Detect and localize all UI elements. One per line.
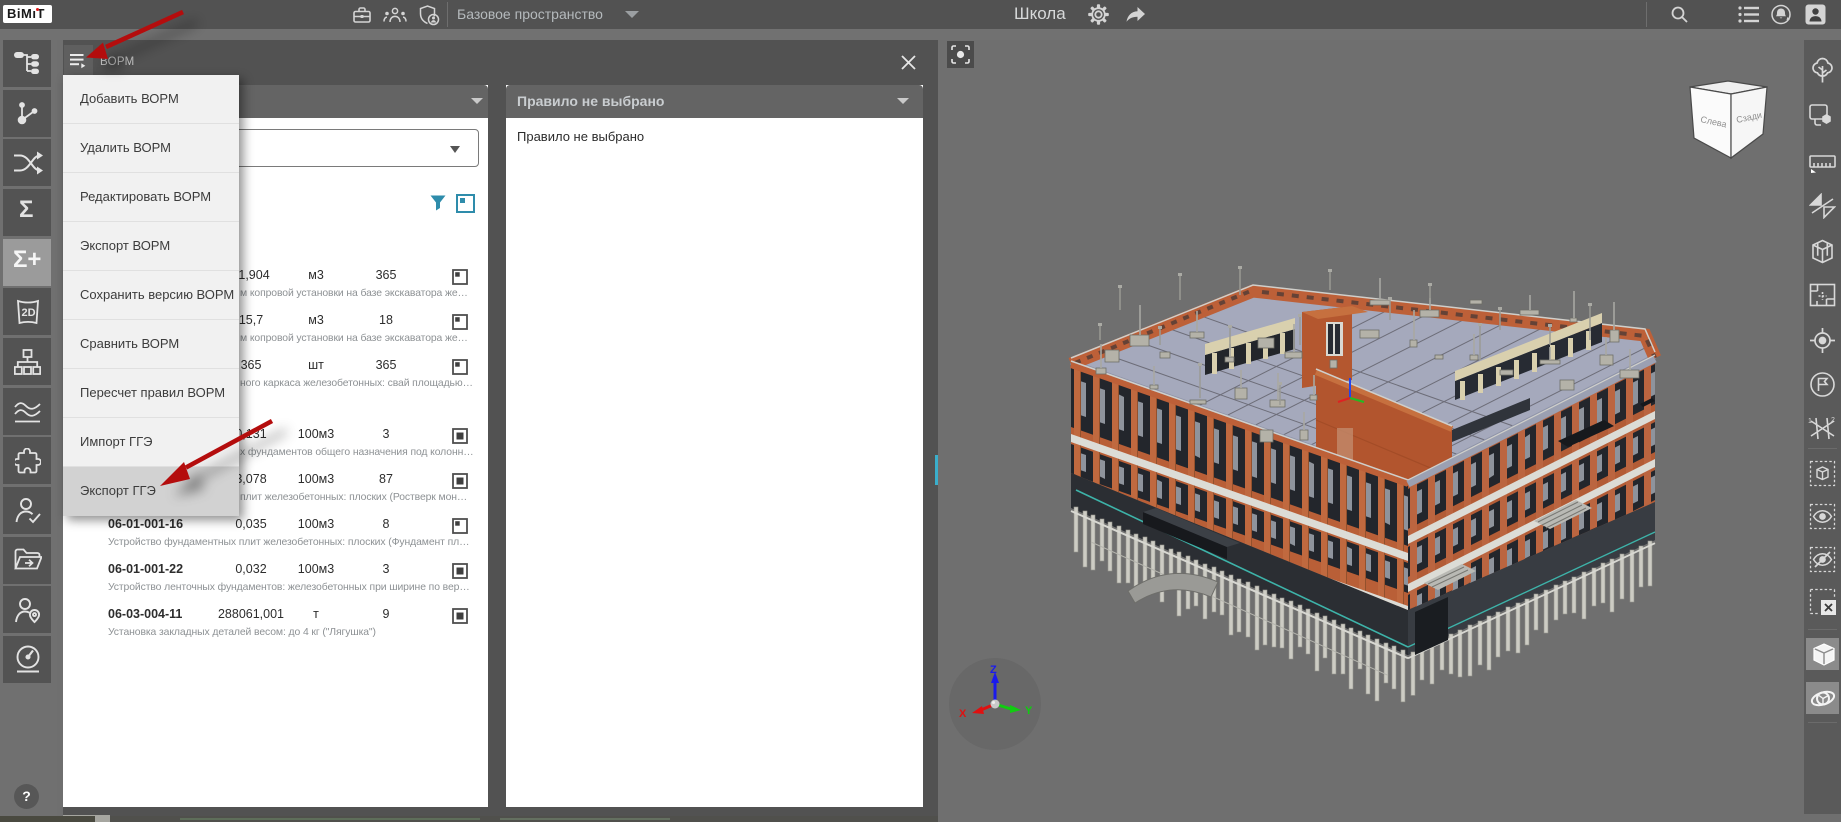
svg-text:Y: Y [1025,705,1033,717]
svg-text:Z: Z [990,664,997,676]
svg-text:2D: 2D [22,307,36,319]
svg-text:X: X [959,708,967,720]
svg-text:2: 2 [1831,417,1835,424]
svg-text:1: 1 [1808,418,1812,425]
